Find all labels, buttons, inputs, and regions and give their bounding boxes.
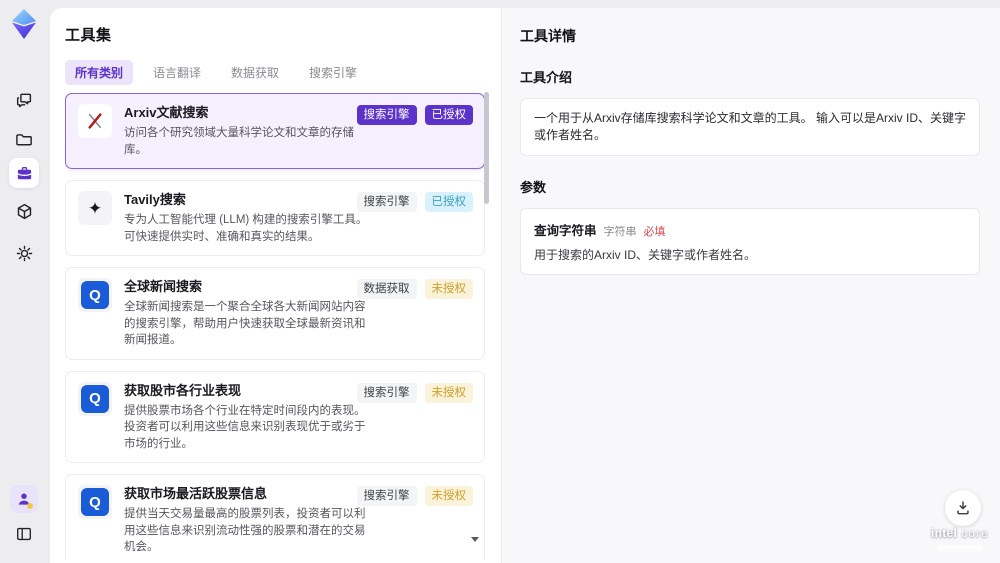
core-wordmark: core (961, 528, 990, 540)
params-heading: 参数 (520, 180, 547, 195)
tool-category-badge: 搜索引擎 (356, 382, 417, 403)
tool-icon: Q (78, 485, 112, 519)
scroll-down-arrow-icon[interactable] (471, 537, 479, 542)
tool-tags: 搜索引擎 未授权 (356, 486, 473, 506)
tool-status-badge: 未授权 (424, 279, 473, 299)
tool-icon: ✦ (78, 191, 112, 225)
sidebar-item-user[interactable] (10, 485, 38, 513)
download-button[interactable] (945, 490, 981, 526)
tools-list-pane: 工具集 所有类别 语言翻译 数据获取 搜索引擎 Arxiv文献搜索 访问各个研究领域大… (50, 8, 502, 563)
param-box: 查询字符串 字符串 必填 用于搜索的Arxiv ID、关键字或作者姓名。 (520, 208, 980, 275)
tool-category-badge: 搜索引擎 (356, 192, 417, 212)
tool-tags: 搜索引擎 已授权 (356, 105, 473, 125)
tool-tags: 数据获取 未授权 (356, 279, 473, 299)
sidebar-item-settings[interactable] (9, 238, 39, 268)
main-content: 工具集 所有类别 语言翻译 数据获取 搜索引擎 Arxiv文献搜索 访问各个研究领域大… (50, 8, 1000, 563)
tool-description: 提供股票市场各个行业在特定时间段内的表现。投资者可以利用这些信息来识别表现优于或… (124, 404, 366, 450)
tool-list-item[interactable]: Arxiv文献搜索 访问各个研究领域大量科学论文和文章的存储库。 搜索引擎 已授… (65, 93, 485, 169)
intro-heading: 工具介绍 (520, 70, 573, 85)
param-name: 查询字符串 (534, 224, 597, 238)
intel-core-sub-badge (938, 545, 982, 552)
news-app-logo-icon: Q (81, 281, 109, 309)
tool-status-badge: 已授权 (424, 105, 473, 125)
tool-title: 获取股市各行业表现 (124, 382, 242, 398)
intel-wordmark: intel (930, 526, 958, 540)
tool-title: Tavily搜索 (124, 192, 186, 207)
category-tab[interactable]: 数据获取 (221, 60, 289, 85)
gem-logo-icon (12, 9, 36, 39)
gear-icon (16, 245, 32, 261)
tool-icon (78, 104, 112, 138)
tool-tags: 搜索引擎 未授权 (356, 382, 473, 403)
tool-status-badge: 未授权 (424, 382, 473, 403)
tool-list-item[interactable]: Q 获取市场最活跃股票信息 提供当天交易量最高的股票列表，投资者可以利用这些信息… (65, 474, 485, 560)
sidebar-item-models[interactable] (9, 196, 39, 226)
news-app-logo-icon: Q (81, 384, 109, 413)
category-tabs: 所有类别 语言翻译 数据获取 搜索引擎 (65, 60, 485, 85)
param-description: 用于搜索的Arxiv ID、关键字或作者姓名。 (534, 248, 757, 262)
tool-status-badge: 已授权 (424, 192, 473, 212)
user-status-dot (27, 503, 33, 509)
tool-status-badge: 未授权 (424, 486, 473, 506)
tool-tags: 搜索引擎 已授权 (356, 192, 473, 212)
tool-list-item[interactable]: Q 全球新闻搜索 全球新闻搜索是一个聚合全球各大新闻网站内容的搜索引擎，帮助用户… (65, 267, 485, 360)
page-title: 工具集 (65, 27, 112, 44)
tool-icon: Q (78, 278, 112, 312)
tool-list-item[interactable]: ✦ Tavily搜索 专为人工智能代理 (LLM) 构建的搜索引擎工具。可快速提… (65, 180, 485, 256)
left-rail (0, 0, 50, 563)
category-tab[interactable]: 所有类别 (65, 60, 134, 85)
tavily-logo-icon: ✦ (87, 198, 103, 218)
tool-list-item[interactable]: Q 获取股市各行业表现 提供股票市场各个行业在特定时间段内的表现。投资者可以利用… (65, 370, 485, 463)
cube-icon (17, 203, 31, 219)
tool-title: 获取市场最活跃股票信息 (124, 486, 268, 501)
arxiv-logo-icon (88, 113, 102, 129)
intel-core-logo: intel core (918, 524, 1000, 552)
param-required-flag: 必填 (643, 226, 666, 238)
tool-category-badge: 数据获取 (356, 279, 417, 299)
news-app-logo-icon: Q (81, 488, 109, 516)
tool-description: 全球新闻搜索是一个聚合全球各大新闻网站内容的搜索引擎，帮助用户快速获取全球最新资… (124, 301, 366, 346)
category-tab[interactable]: 搜索引擎 (299, 60, 367, 85)
sidebar-item-tools[interactable] (9, 158, 39, 188)
panel-icon (17, 527, 31, 541)
app-logo[interactable] (9, 7, 39, 46)
sidebar-item-files[interactable] (9, 124, 39, 154)
intro-box: 一个用于从Arxiv存储库搜索科学论文和文章的工具。 输入可以是Arxiv ID… (520, 98, 980, 156)
sidebar-item-chat[interactable] (9, 84, 39, 114)
tool-description: 提供当天交易量最高的股票列表，投资者可以利用这些信息来识别流动性强的股票和潜在的… (124, 508, 366, 553)
tool-title: 全球新闻搜索 (124, 279, 203, 294)
category-tab[interactable]: 语言翻译 (143, 60, 211, 85)
folder-icon (15, 133, 32, 145)
tool-description: 专为人工智能代理 (LLM) 构建的搜索引擎工具。可快速提供实时、准确和真实的结… (124, 214, 368, 243)
download-icon (957, 501, 969, 515)
detail-title: 工具详情 (520, 28, 576, 44)
tool-list: Arxiv文献搜索 访问各个研究领域大量科学论文和文章的存储库。 搜索引擎 已授… (65, 93, 485, 560)
tool-description: 访问各个研究领域大量科学论文和文章的存储库。 (124, 127, 354, 156)
param-type: 字符串 (603, 226, 637, 238)
tool-detail-pane: 工具详情 工具介绍 一个用于从Arxiv存储库搜索科学论文和文章的工具。 输入可… (502, 8, 1000, 563)
briefcase-icon (17, 166, 31, 179)
sidebar-item-panel-toggle[interactable] (9, 519, 39, 549)
tool-category-badge: 搜索引擎 (356, 486, 417, 506)
tool-title: Arxiv文献搜索 (124, 105, 209, 120)
tool-category-badge: 搜索引擎 (356, 105, 417, 125)
chat-icon (16, 93, 31, 107)
list-scrollbar-thumb[interactable] (484, 92, 489, 204)
tool-icon: Q (78, 381, 112, 416)
intro-text: 一个用于从Arxiv存储库搜索科学论文和文章的工具。 输入可以是Arxiv ID… (534, 111, 967, 142)
